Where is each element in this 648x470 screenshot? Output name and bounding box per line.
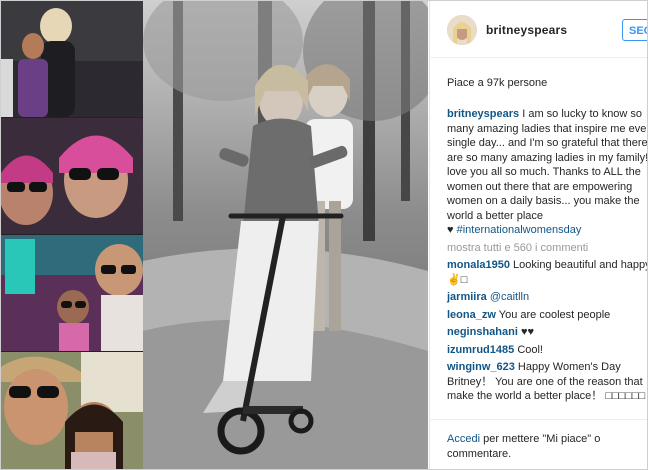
collage-photo-4 xyxy=(1,352,143,469)
collage-photo-2 xyxy=(1,118,143,234)
comment-item: leona_zw You are coolest people xyxy=(447,308,647,323)
instagram-post: britneyspears SEG Piace a 97k persone br… xyxy=(0,0,648,470)
login-prompt: Accedi per mettere "Mi piace" o commenta… xyxy=(447,432,647,461)
comment-username[interactable]: winginw_623 xyxy=(447,361,515,373)
comment-text: You are coolest people xyxy=(498,308,611,321)
comment-username[interactable]: jarmiira xyxy=(447,291,487,303)
caption-text: I am so lucky to know so many amazing la… xyxy=(447,108,648,222)
comment-item: neginshahani ♥♥ xyxy=(447,325,647,340)
comments-list: britneyspears I am so lucky to know so m… xyxy=(447,107,648,404)
comment-username[interactable]: monala1950 xyxy=(447,259,510,271)
post-header: britneyspears SEG xyxy=(430,1,647,58)
comment-username[interactable]: izumrud1485 xyxy=(447,344,514,356)
collage-photo-3 xyxy=(1,235,143,351)
view-all-comments-link[interactable]: mostra tutti e 560 i commenti xyxy=(447,241,647,256)
caption-username[interactable]: britneyspears xyxy=(447,108,519,120)
avatar[interactable] xyxy=(447,15,477,45)
comment-username[interactable]: neginshahani xyxy=(447,326,518,338)
hashtag-link[interactable]: #internationalwomensday xyxy=(457,224,582,236)
comment-item: winginw_623 Happy Women's Day Britney！ Y… xyxy=(447,360,647,404)
post-caption: britneyspears I am so lucky to know so m… xyxy=(447,107,648,238)
comment-item: monala1950 Looking beautiful and happy♥✌… xyxy=(447,258,647,287)
post-side-panel: britneyspears SEG Piace a 97k persone br… xyxy=(429,1,648,469)
comment-item: izumrud1485 Cool! xyxy=(447,343,647,358)
comment-mention-link[interactable]: @caitlln xyxy=(490,291,529,303)
post-username[interactable]: britneyspears xyxy=(486,23,567,37)
comment-text: Cool! xyxy=(517,343,543,356)
comment-item: jarmiira @caitlln xyxy=(447,290,647,305)
heart-icon: ♥ xyxy=(447,224,454,236)
photo-collage xyxy=(1,1,143,469)
likes-count[interactable]: Piace a 97k persone xyxy=(447,77,547,89)
follow-button[interactable]: SEG xyxy=(622,19,647,41)
login-link[interactable]: Accedi xyxy=(447,433,480,445)
main-post-photo[interactable] xyxy=(143,1,428,469)
comment-text: ♥♥ xyxy=(520,326,535,338)
post-footer: Accedi per mettere "Mi piace" o commenta… xyxy=(430,419,647,460)
comment-username[interactable]: leona_zw xyxy=(447,309,496,321)
collage-photo-1 xyxy=(1,1,143,117)
